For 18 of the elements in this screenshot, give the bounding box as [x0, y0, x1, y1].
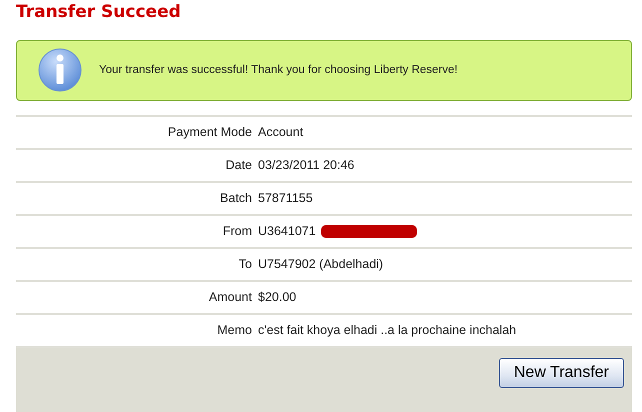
- detail-label: Batch: [220, 191, 252, 206]
- detail-value: 03/23/2011 20:46: [258, 158, 354, 172]
- page-title: Transfer Succeed: [16, 2, 182, 22]
- detail-label: To: [238, 257, 252, 272]
- info-icon: [37, 47, 83, 94]
- detail-label: From: [222, 224, 252, 238]
- detail-label: Date: [226, 158, 252, 172]
- detail-value: $20.00: [258, 290, 296, 304]
- detail-label: Memo: [217, 323, 252, 338]
- detail-label: Payment Mode: [168, 125, 252, 140]
- new-transfer-button[interactable]: New Transfer: [498, 358, 624, 388]
- success-message: Your transfer was successful! Thank you for choosing Liberty Reserve!: [99, 64, 458, 76]
- detail-label: Amount: [208, 290, 252, 304]
- detail-value: c'est fait khoya elhadi ..a la prochaine inchalah: [258, 323, 516, 338]
- detail-value: Account: [258, 125, 304, 140]
- detail-value: U7547902 (Abdelhadi): [258, 257, 384, 272]
- detail-value: U3641071: [258, 224, 316, 238]
- detail-value: 57871155: [258, 191, 313, 206]
